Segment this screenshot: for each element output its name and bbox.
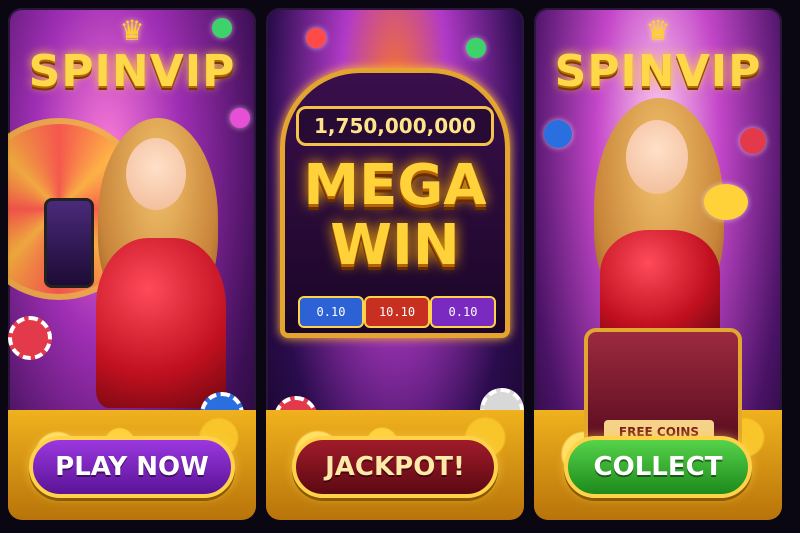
play-now-button[interactable]: PLAY NOW — [29, 436, 235, 498]
promo-panel-jackpot: 1,750,000,000 MEGA WIN 0.10 10.10 0.10 J… — [266, 8, 524, 520]
gold-coins-in-hand — [704, 184, 748, 220]
casino-chip-icon — [8, 316, 52, 360]
smartphone-icon — [44, 198, 94, 288]
gem-icon — [740, 128, 766, 154]
gem-icon — [230, 108, 250, 128]
jackpot-amount: 1,750,000,000 — [296, 106, 494, 146]
win-text: WIN — [330, 213, 460, 278]
reel-display: 0.10 — [430, 296, 496, 328]
gem-icon — [466, 38, 486, 58]
red-dress-image — [96, 238, 226, 408]
gem-icon — [306, 28, 326, 48]
gem-icon — [212, 18, 232, 38]
promo-panel-collect: ♛ SPINVIP FREE COINS COLLECT — [534, 8, 782, 520]
jackpot-button[interactable]: JACKPOT! — [292, 436, 498, 498]
red-dress-image — [600, 230, 720, 340]
collect-button[interactable]: COLLECT — [564, 436, 752, 498]
gem-icon — [544, 120, 572, 148]
woman-face-image — [126, 138, 186, 210]
brand-logo: SPINVIP — [28, 46, 236, 97]
promo-panel-play: ♛ SPINVIP PLAY NOW — [8, 8, 256, 520]
crown-icon: ♛ — [645, 14, 671, 47]
woman-face-image — [626, 120, 688, 194]
reel-display: 0.10 — [298, 296, 364, 328]
mega-text: MEGA — [303, 153, 487, 218]
brand-logo: SPINVIP — [554, 46, 762, 97]
crown-icon: ♛ — [119, 14, 145, 47]
reel-display: 10.10 — [364, 296, 430, 328]
